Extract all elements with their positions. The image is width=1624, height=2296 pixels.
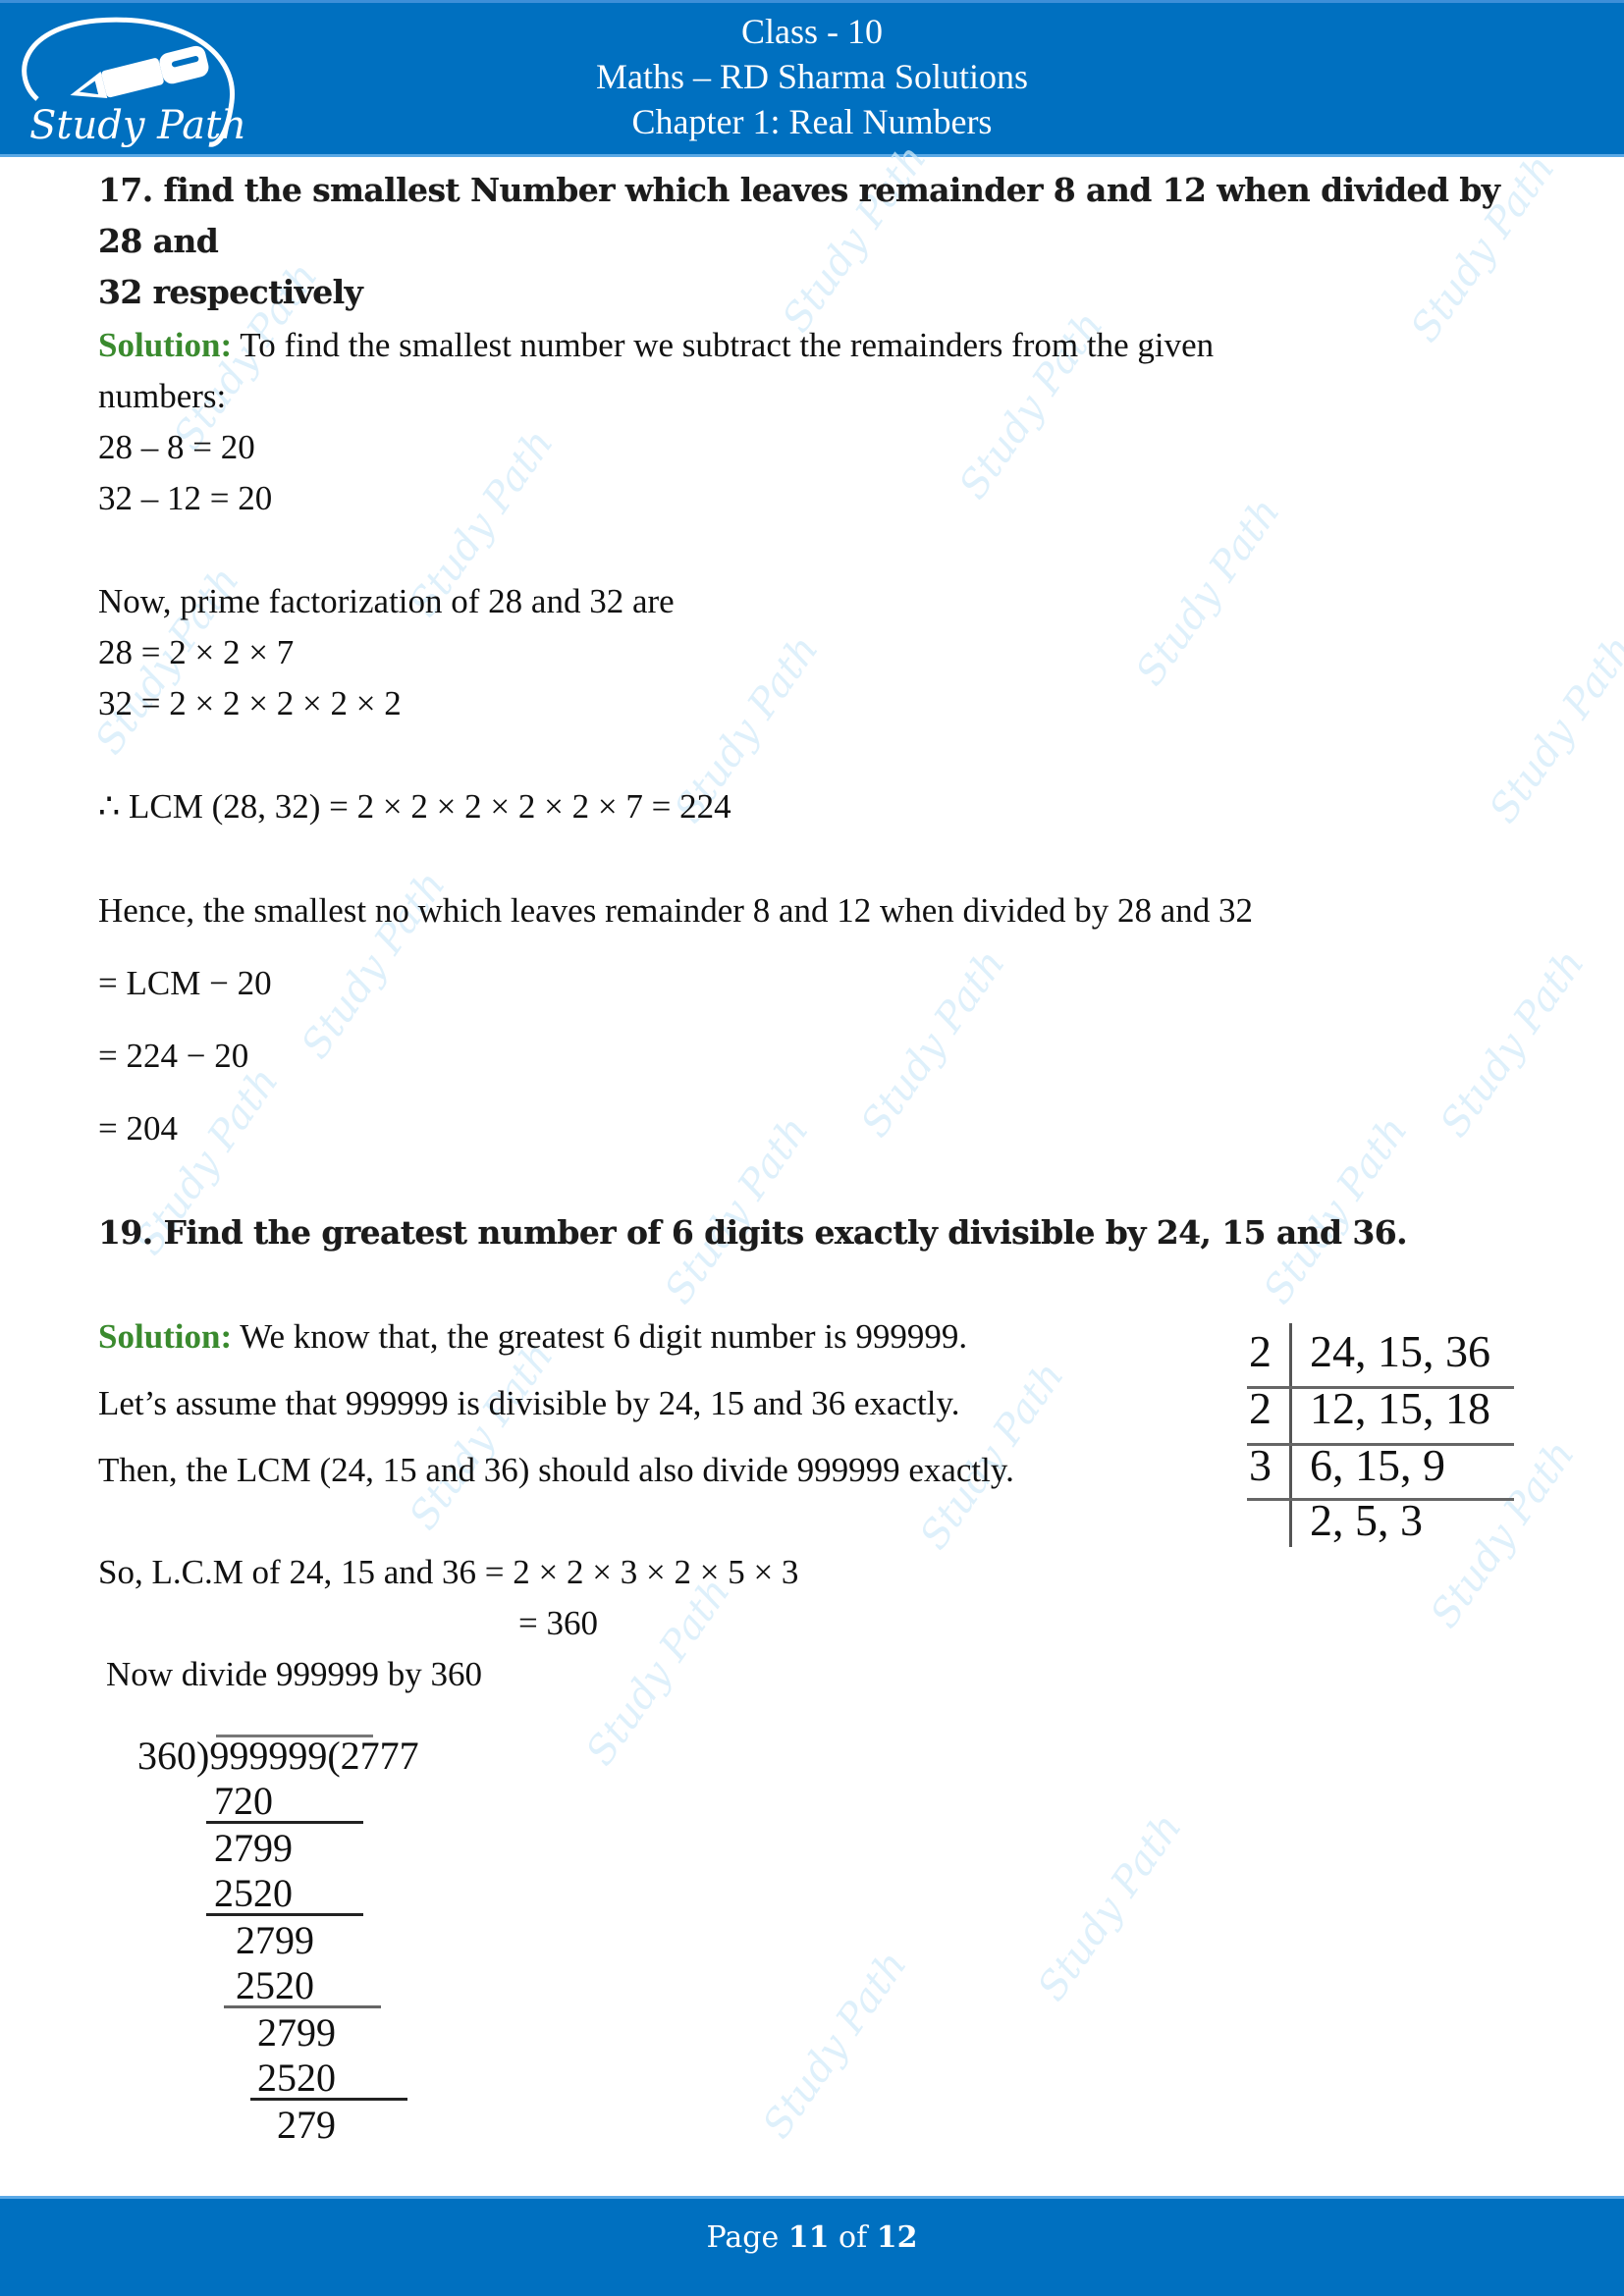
- division-rule: [224, 2005, 381, 2008]
- watermark: Study Path: [577, 1570, 739, 1774]
- division-rule: [206, 1913, 363, 1916]
- q17-eq2: 32 – 12 = 20: [98, 479, 273, 517]
- q19-solution-line2: Let’s assume that 999999 is divisible by…: [98, 1384, 960, 1422]
- q17-step3: = 204: [98, 1109, 178, 1148]
- header-subject: Maths – RD Sharma Solutions: [595, 57, 1028, 96]
- division-step: 2520: [236, 1963, 314, 2007]
- solution-text: We know that, the greatest 6 digit numbe…: [232, 1317, 968, 1356]
- q17-solution-line: Solution: To find the smallest number we…: [98, 326, 1214, 365]
- q19-solution-line3: Then, the LCM (24, 15 and 36) should als…: [98, 1451, 1014, 1489]
- dividends: 24, 15, 36: [1310, 1326, 1490, 1376]
- q17-hence: Hence, the smallest no which leaves rema…: [98, 891, 1254, 930]
- division-step: 2520: [214, 1871, 293, 1915]
- q17-pf1: 28 = 2 × 2 × 7: [98, 633, 295, 671]
- division-remainder: 279: [277, 2103, 336, 2147]
- watermark: Study Path: [1432, 941, 1594, 1146]
- q19-solution-line1: Solution: We know that, the greatest 6 d…: [98, 1317, 967, 1357]
- header-class: Class - 10: [741, 12, 883, 51]
- table-row: 2 24, 15, 36: [1239, 1325, 1514, 1380]
- dividends: 6, 15, 9: [1310, 1440, 1445, 1490]
- division-step: 2799: [214, 1826, 293, 1870]
- question-19: 19. Find the greatest number of 6 digits…: [98, 1213, 1408, 1252]
- q17-step1: = LCM − 20: [98, 964, 272, 1002]
- q19-lcm-line: So, L.C.M of 24, 15 and 36 = 2 × 2 × 3 ×…: [98, 1553, 799, 1591]
- watermark: Study Path: [1127, 490, 1289, 694]
- dividends: 2, 5, 3: [1310, 1495, 1423, 1545]
- watermark: Study Path: [1029, 1805, 1191, 2009]
- question-17-line1: 17. find the smallest Number which leave…: [98, 171, 1500, 260]
- page-header: Study Path Class - 10 Maths – RD Sharma …: [0, 0, 1624, 157]
- solution-label: Solution:: [98, 1317, 233, 1356]
- division-step: 2520: [257, 2056, 336, 2100]
- dividends: 12, 15, 18: [1310, 1383, 1490, 1433]
- question-17-line2: 32 respectively: [98, 273, 363, 311]
- table-row: 2 12, 15, 18: [1239, 1382, 1514, 1437]
- q19-divide-line: Now divide 999999 by 360: [106, 1655, 483, 1693]
- q19-lcm-result: = 360: [518, 1604, 598, 1642]
- page-of: of: [829, 2220, 877, 2255]
- divisor: 2: [1249, 1383, 1272, 1433]
- page-current: 11: [787, 2220, 830, 2255]
- watermark: Study Path: [1481, 627, 1624, 831]
- page-total: 12: [876, 2220, 918, 2255]
- table-row: 2, 5, 3: [1239, 1494, 1514, 1549]
- long-division: 360)999999(2777 720 2799 2520 2799 2520 …: [137, 1733, 491, 2155]
- page-indicator: Page 11 of 12: [0, 2220, 1624, 2255]
- watermark: Study Path: [852, 941, 1014, 1146]
- division-rule: [250, 2098, 407, 2101]
- table-row: 3 6, 15, 9: [1239, 1439, 1514, 1494]
- solution-text: To find the smallest number we subtract …: [232, 326, 1215, 364]
- question-17: 17. find the smallest Number which leave…: [98, 165, 1532, 318]
- q17-solution-line2: numbers:: [98, 377, 227, 415]
- watermark: Study Path: [754, 1943, 916, 2147]
- q17-prime-intro: Now, prime factorization of 28 and 32 ar…: [98, 582, 675, 620]
- lcm-division-table: 2 24, 15, 36 2 12, 15, 18 3 6, 15, 9 2, …: [1239, 1315, 1514, 1551]
- q17-eq1: 28 – 8 = 20: [98, 428, 255, 466]
- q17-step2: = 224 − 20: [98, 1037, 249, 1075]
- divisor: 2: [1249, 1326, 1272, 1376]
- q17-lcm: ∴ LCM (28, 32) = 2 × 2 × 2 × 2 × 2 × 7 =…: [98, 787, 731, 826]
- watermark: Study Path: [401, 1334, 563, 1538]
- division-step: 2799: [236, 1918, 314, 1962]
- division-rule: [206, 1821, 363, 1824]
- solution-label: Solution:: [98, 326, 233, 364]
- q17-pf2: 32 = 2 × 2 × 2 × 2 × 2: [98, 684, 402, 722]
- header-chapter: Chapter 1: Real Numbers: [631, 102, 993, 141]
- page-prefix: Page: [706, 2220, 788, 2255]
- divisor: 3: [1249, 1440, 1272, 1490]
- division-header: 360)999999(2777: [137, 1734, 419, 1778]
- division-step: 720: [214, 1779, 273, 1823]
- division-step: 2799: [257, 2010, 336, 2055]
- page-footer: Page 11 of 12: [0, 2196, 1624, 2296]
